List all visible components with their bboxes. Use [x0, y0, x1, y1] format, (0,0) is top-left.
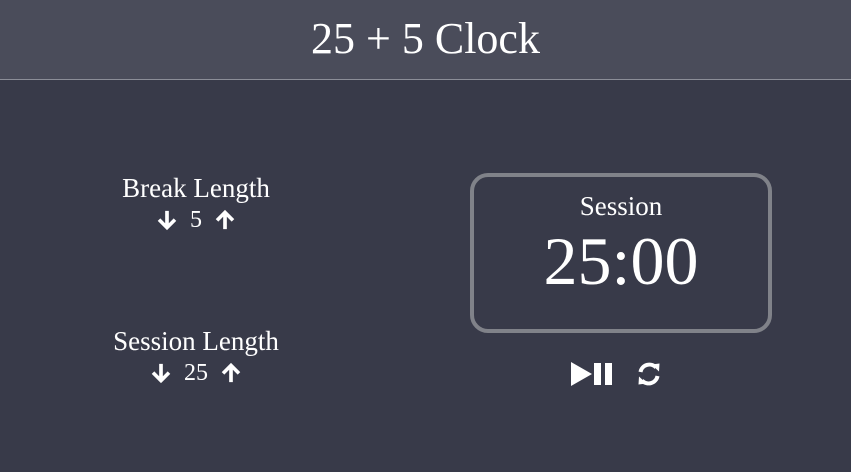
break-length-controls: 5 [66, 205, 326, 235]
arrow-down-icon [151, 363, 171, 384]
break-increment-button[interactable] [212, 207, 238, 233]
session-increment-button[interactable] [218, 360, 244, 386]
session-length-control: Session Length 25 [66, 326, 326, 388]
start-stop-button[interactable] [570, 361, 616, 387]
reset-button[interactable] [636, 361, 662, 387]
time-left: 25:00 [543, 223, 699, 299]
session-length-label: Session Length [113, 326, 279, 356]
timer-label: Session [579, 191, 663, 221]
refresh-icon [638, 362, 660, 386]
arrow-up-icon [215, 209, 235, 230]
session-decrement-button[interactable] [148, 360, 174, 386]
timer-controls [570, 358, 680, 390]
timer-display: Session 25:00 [470, 173, 772, 333]
app-header: 25 + 5 Clock [0, 0, 851, 80]
session-length-controls: 25 [66, 358, 326, 388]
play-pause-icon [571, 362, 612, 386]
break-decrement-button[interactable] [154, 207, 180, 233]
arrow-down-icon [157, 210, 177, 231]
break-length-control: Break Length 5 [66, 173, 326, 235]
break-length-label: Break Length [122, 173, 270, 203]
app-title: 25 + 5 Clock [311, 13, 540, 63]
break-length-value: 5 [190, 207, 202, 233]
session-length-value: 25 [184, 360, 208, 386]
arrow-up-icon [221, 362, 241, 383]
